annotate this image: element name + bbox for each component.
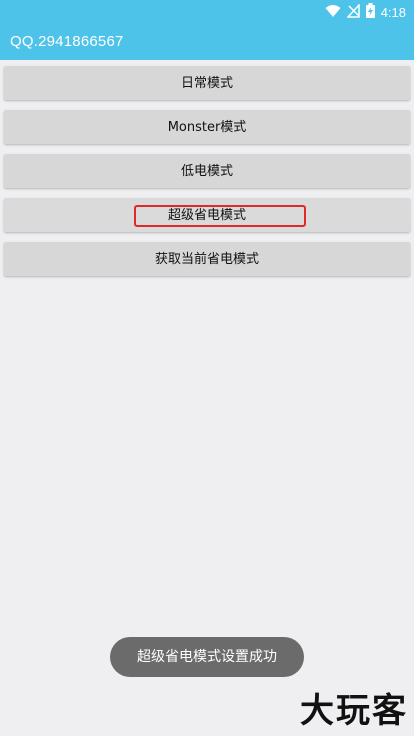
app-bar: QQ.2941866567	[0, 24, 414, 60]
monster-mode-button[interactable]: Monster模式	[4, 110, 410, 144]
app-title: QQ.2941866567	[10, 33, 124, 50]
watermark: 大玩客	[300, 691, 408, 731]
low-power-mode-button[interactable]: 低电模式	[4, 154, 410, 188]
no-signal-icon	[345, 2, 360, 22]
daily-mode-button[interactable]: 日常模式	[4, 66, 410, 100]
toast-message: 超级省电模式设置成功	[110, 637, 304, 677]
status-time: 4:18	[380, 4, 406, 20]
get-current-mode-button[interactable]: 获取当前省电模式	[4, 242, 410, 276]
status-icons: 4:18	[325, 2, 406, 22]
super-power-saving-button[interactable]: 超级省电模式	[4, 198, 410, 232]
wifi-icon	[325, 3, 341, 22]
battery-charging-icon	[365, 2, 375, 22]
status-bar: 4:18	[0, 0, 414, 24]
